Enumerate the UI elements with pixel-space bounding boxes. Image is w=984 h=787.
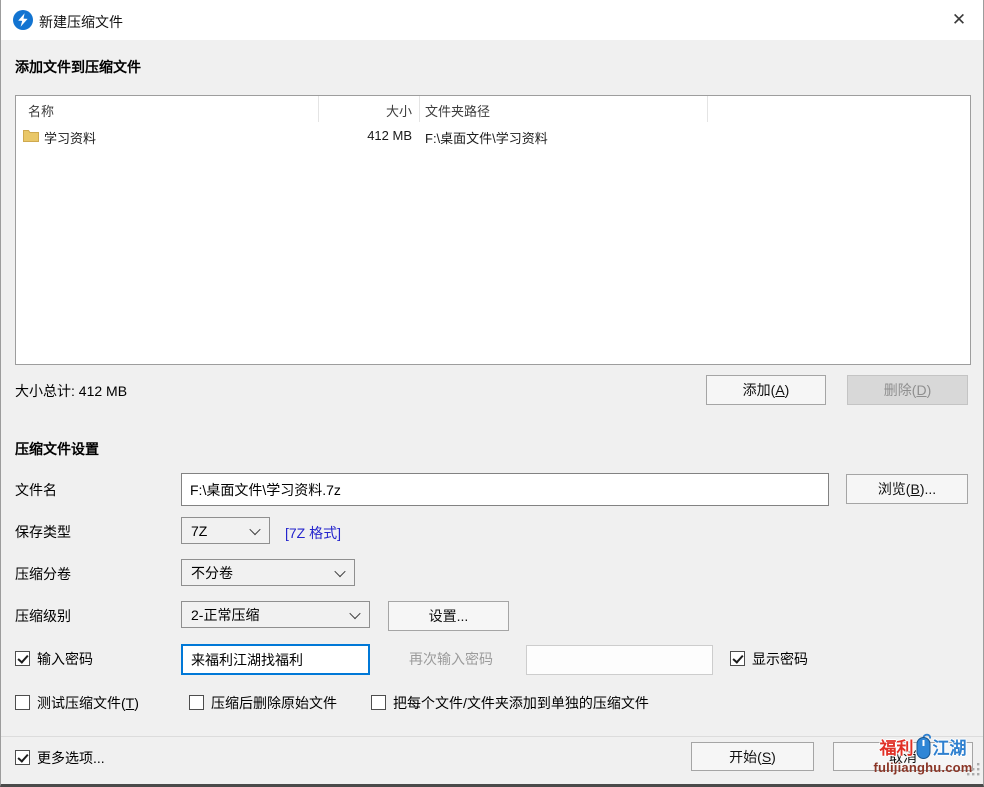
file-size-cell: 412 MB <box>316 128 412 143</box>
watermark-url: fulijianghu.com <box>865 760 981 775</box>
test-archive-label-text: 测试压缩文件( <box>37 695 126 711</box>
column-header-name[interactable]: 名称 <box>28 101 54 120</box>
delete-button: 删除(D) <box>847 375 968 405</box>
reenter-password-label: 再次输入密码 <box>409 651 493 667</box>
column-header-size[interactable]: 大小 <box>316 101 412 120</box>
volume-label: 压缩分卷 <box>15 566 71 582</box>
show-password-label: 显示密码 <box>752 651 808 667</box>
titlebar: 新建压缩文件 ✕ <box>1 0 983 40</box>
watermark-text-2: 江湖 <box>933 736 967 762</box>
add-button-label-end: ) <box>785 382 790 398</box>
delete-original-label: 压缩后删除原始文件 <box>211 695 337 711</box>
section-archive-settings: 压缩文件设置 <box>15 439 99 459</box>
folder-icon <box>23 129 39 147</box>
watermark: 福利 江湖 fulijianghu.com <box>865 733 981 783</box>
test-archive-accesskey: T <box>126 695 135 711</box>
browse-button[interactable]: 浏览(B)... <box>846 474 968 504</box>
new-archive-dialog: 新建压缩文件 ✕ 添加文件到压缩文件 名称 大小 文件夹路径 学习资料 412 … <box>0 0 984 787</box>
footer-separator <box>1 736 984 737</box>
separate-archives-checkbox[interactable] <box>371 695 386 710</box>
chevron-down-icon <box>249 523 260 534</box>
column-separator[interactable] <box>419 96 420 122</box>
delete-button-label-end: ) <box>927 382 932 398</box>
show-password-checkbox[interactable] <box>730 651 745 666</box>
password-input[interactable] <box>181 644 370 675</box>
chevron-down-icon <box>349 607 360 618</box>
app-icon <box>13 10 33 30</box>
delete-original-checkbox[interactable] <box>189 695 204 710</box>
test-archive-label-end: ) <box>134 695 139 711</box>
save-type-dropdown[interactable]: 7Z <box>181 517 270 544</box>
add-button[interactable]: 添加(A) <box>706 375 826 405</box>
save-type-label: 保存类型 <box>15 524 71 540</box>
start-button[interactable]: 开始(S) <box>691 742 814 771</box>
level-dropdown[interactable]: 2-正常压缩 <box>181 601 370 628</box>
level-value: 2-正常压缩 <box>191 605 259 625</box>
file-name-cell: 学习资料 <box>44 128 96 147</box>
start-button-label-end: ) <box>771 749 776 765</box>
delete-button-accesskey: D <box>916 382 926 398</box>
separate-archives-label: 把每个文件/文件夹添加到单独的压缩文件 <box>393 695 649 711</box>
start-button-label: 开始( <box>729 747 762 767</box>
save-type-value: 7Z <box>191 523 207 539</box>
test-archive-checkbox[interactable] <box>15 695 30 710</box>
level-label: 压缩级别 <box>15 608 71 624</box>
filename-input[interactable] <box>181 473 829 506</box>
watermark-text-1: 福利 <box>880 736 914 762</box>
more-options-label: 更多选项... <box>37 750 105 766</box>
browse-button-label: 浏览( <box>878 479 911 499</box>
column-header-path[interactable]: 文件夹路径 <box>425 101 490 120</box>
total-size-label: 大小总计: 412 MB <box>15 383 127 399</box>
filename-label: 文件名 <box>15 482 57 498</box>
chevron-down-icon <box>334 565 345 576</box>
file-list: 名称 大小 文件夹路径 学习资料 412 MB F:\桌面文件\学习资料 <box>15 95 971 365</box>
settings-button[interactable]: 设置... <box>388 601 509 631</box>
more-options-checkbox[interactable] <box>15 750 30 765</box>
add-button-label: 添加( <box>743 380 776 400</box>
test-archive-label: 测试压缩文件(T) <box>37 695 139 711</box>
password-label: 输入密码 <box>37 651 93 667</box>
start-button-accesskey: S <box>762 749 771 765</box>
file-path-cell: F:\桌面文件\学习资料 <box>425 128 548 147</box>
format-link[interactable]: [7Z 格式] <box>285 523 341 543</box>
reenter-password-input <box>526 645 713 675</box>
delete-button-label: 删除( <box>884 380 917 400</box>
section-add-files: 添加文件到压缩文件 <box>15 57 141 77</box>
password-checkbox[interactable] <box>15 651 30 666</box>
settings-button-label: 设置... <box>429 606 469 626</box>
volume-dropdown[interactable]: 不分卷 <box>181 559 355 586</box>
volume-value: 不分卷 <box>191 563 233 583</box>
column-separator[interactable] <box>707 96 708 122</box>
add-button-accesskey: A <box>775 382 784 398</box>
browse-button-accesskey: B <box>910 481 919 497</box>
browse-button-label-end: )... <box>920 481 936 497</box>
dialog-title: 新建压缩文件 <box>39 12 123 32</box>
close-icon[interactable]: ✕ <box>937 0 981 40</box>
